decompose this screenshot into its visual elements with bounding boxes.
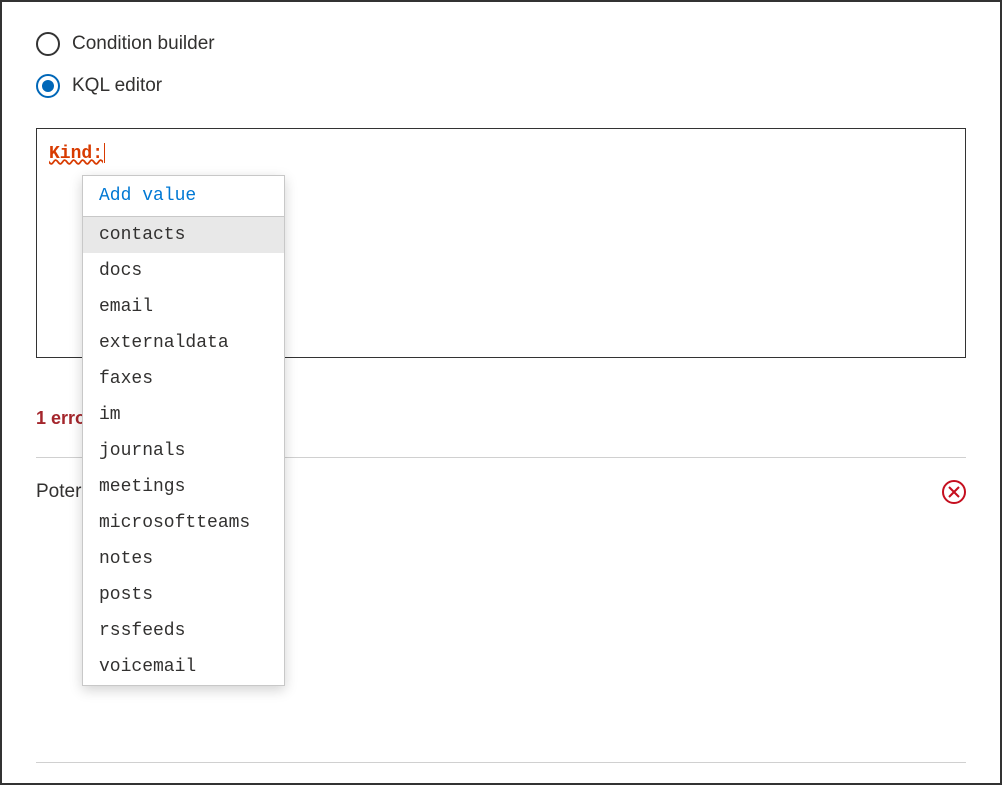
radio-label-kql-editor: KQL editor xyxy=(72,75,162,97)
radio-circle-selected-icon xyxy=(36,74,60,98)
autocomplete-header: Add value xyxy=(83,176,284,217)
autocomplete-item[interactable]: posts xyxy=(83,577,284,613)
radio-label-condition-builder: Condition builder xyxy=(72,33,215,55)
editor-mode-radio-group: Condition builder KQL editor xyxy=(36,32,966,98)
close-icon[interactable] xyxy=(942,480,966,504)
potential-label: Poter xyxy=(36,481,81,503)
autocomplete-item[interactable]: externaldata xyxy=(83,325,284,361)
autocomplete-item[interactable]: im xyxy=(83,397,284,433)
autocomplete-item[interactable]: faxes xyxy=(83,361,284,397)
autocomplete-item[interactable]: notes xyxy=(83,541,284,577)
radio-kql-editor[interactable]: KQL editor xyxy=(36,74,966,98)
text-cursor-icon xyxy=(104,143,105,163)
radio-dot-icon xyxy=(42,80,54,92)
autocomplete-item[interactable]: journals xyxy=(83,433,284,469)
autocomplete-dropdown: Add value contactsdocsemailexternaldataf… xyxy=(82,175,285,686)
autocomplete-item[interactable]: contacts xyxy=(83,217,284,253)
radio-condition-builder[interactable]: Condition builder xyxy=(36,32,966,56)
autocomplete-item[interactable]: rssfeeds xyxy=(83,613,284,649)
autocomplete-item[interactable]: microsoftteams xyxy=(83,505,284,541)
radio-circle-icon xyxy=(36,32,60,56)
autocomplete-item[interactable]: meetings xyxy=(83,469,284,505)
autocomplete-list: contactsdocsemailexternaldatafaxesimjour… xyxy=(83,217,284,685)
bottom-divider xyxy=(36,762,966,763)
autocomplete-item[interactable]: voicemail xyxy=(83,649,284,685)
editor-keyword: Kind: xyxy=(49,144,103,164)
autocomplete-item[interactable]: docs xyxy=(83,253,284,289)
autocomplete-item[interactable]: email xyxy=(83,289,284,325)
